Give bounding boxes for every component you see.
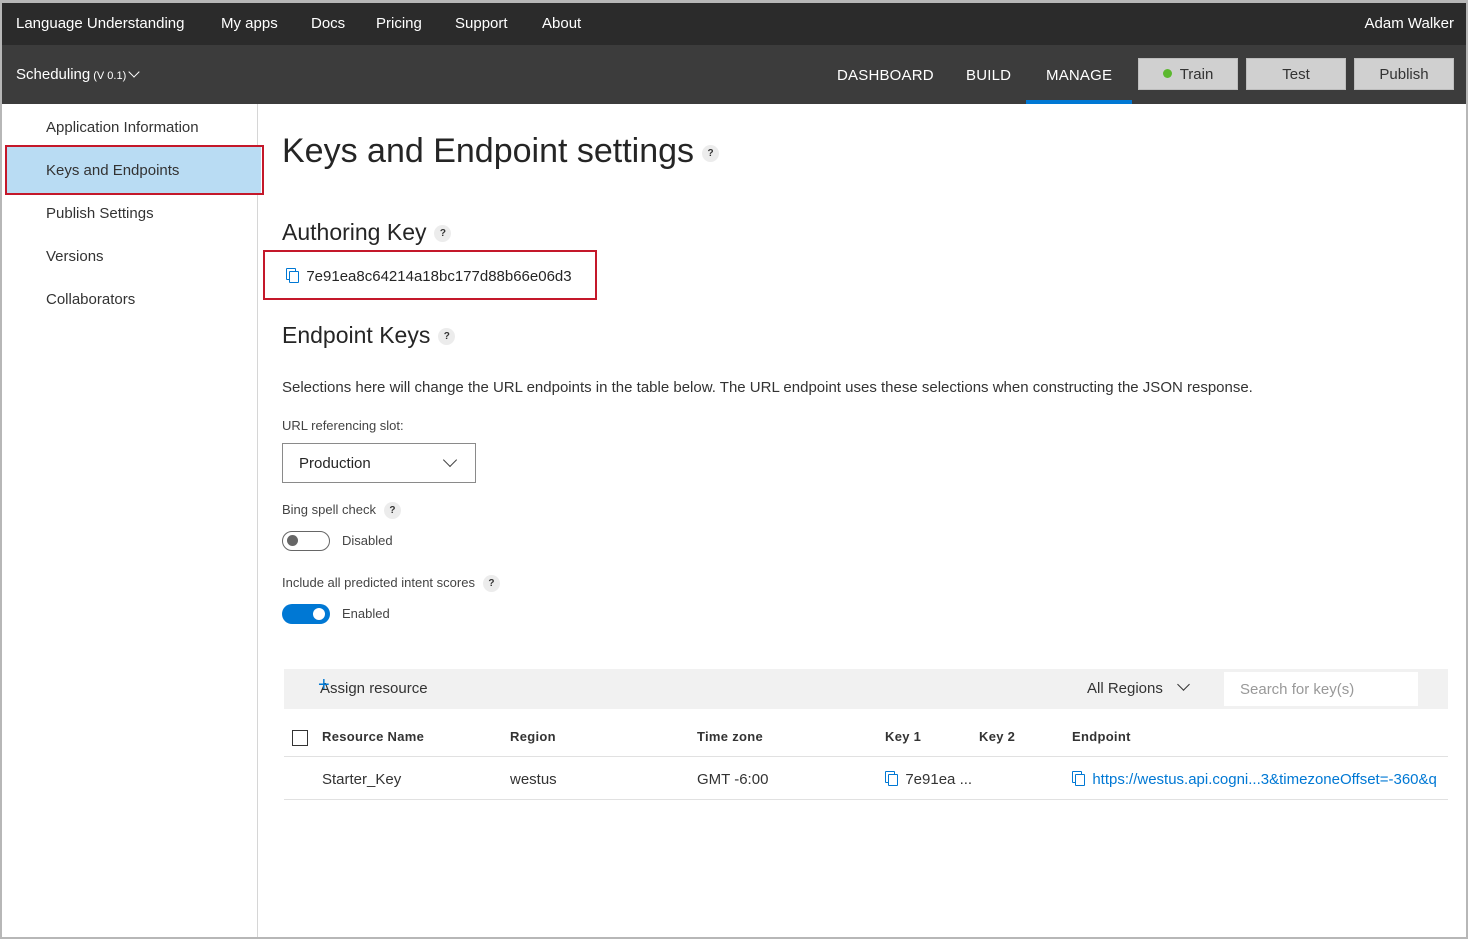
- key-search-input[interactable]: [1224, 672, 1418, 706]
- intent-scores-state: Enabled: [342, 606, 390, 621]
- cell-key1: 7e91ea ...: [885, 771, 972, 788]
- intent-scores-label-text: Include all predicted intent scores: [282, 575, 475, 590]
- nav-about[interactable]: About: [542, 15, 581, 32]
- nav-my-apps[interactable]: My apps: [221, 15, 278, 32]
- plus-icon: +: [318, 674, 330, 696]
- nav-pricing[interactable]: Pricing: [376, 15, 422, 32]
- column-header-key2[interactable]: Key 2: [979, 729, 1015, 744]
- nav-docs[interactable]: Docs: [311, 15, 345, 32]
- page-title-text: Keys and Endpoint settings: [282, 132, 695, 170]
- slot-dropdown[interactable]: Production: [282, 443, 476, 483]
- copy-icon[interactable]: [1072, 771, 1085, 786]
- bing-spell-check-toggle[interactable]: [282, 531, 330, 551]
- tab-manage[interactable]: MANAGE: [1046, 67, 1112, 84]
- sidebar: Application Information Keys and Endpoin…: [2, 104, 261, 937]
- endpoint-link[interactable]: https://westus.api.cogni...3&timezoneOff…: [1092, 771, 1437, 788]
- nav-support[interactable]: Support: [455, 15, 508, 32]
- intent-scores-label: Include all predicted intent scores?: [282, 575, 500, 593]
- publish-button[interactable]: Publish: [1354, 58, 1454, 90]
- highlight-box-keys-and-endpoints: [5, 145, 264, 195]
- train-button-label: Train: [1179, 66, 1214, 83]
- bing-spell-check-label: Bing spell check?: [282, 502, 401, 520]
- user-name[interactable]: Adam Walker: [1365, 15, 1454, 32]
- app-bar: Scheduling (V 0.1) DASHBOARD BUILD MANAGE…: [2, 45, 1466, 104]
- column-header-region[interactable]: Region: [510, 729, 556, 744]
- help-icon[interactable]: ?: [383, 502, 401, 520]
- column-header-key1[interactable]: Key 1: [885, 729, 921, 744]
- assign-resource-button[interactable]: + Assign resource: [318, 674, 428, 697]
- help-icon[interactable]: ?: [702, 144, 720, 162]
- cell-time-zone: GMT -6:00: [697, 771, 769, 788]
- test-button[interactable]: Test: [1246, 58, 1346, 90]
- sidebar-item-collaborators[interactable]: Collaborators: [46, 291, 135, 308]
- status-dot-icon: [1162, 69, 1172, 78]
- select-all-checkbox[interactable]: [292, 730, 308, 746]
- sidebar-item-publish-settings[interactable]: Publish Settings: [46, 205, 154, 222]
- toggle-knob: [287, 535, 298, 546]
- help-icon[interactable]: ?: [438, 328, 456, 346]
- regions-dropdown[interactable]: All Regions: [1087, 678, 1190, 697]
- tab-dashboard[interactable]: DASHBOARD: [837, 67, 934, 84]
- cell-endpoint: https://westus.api.cogni...3&timezoneOff…: [1072, 771, 1448, 788]
- bing-spell-check-label-text: Bing spell check: [282, 502, 376, 517]
- chevron-down-icon: [442, 452, 458, 468]
- main-content: Keys and Endpoint settings? Authoring Ke…: [282, 104, 1462, 937]
- authoring-key-heading-text: Authoring Key: [282, 219, 427, 245]
- highlight-box-authoring-key: [263, 250, 597, 300]
- page-title: Keys and Endpoint settings?: [282, 132, 720, 171]
- assign-resource-label: Assign resource: [320, 680, 428, 697]
- cell-region: westus: [510, 771, 557, 788]
- train-button[interactable]: Train: [1138, 58, 1238, 90]
- column-header-time-zone[interactable]: Time zone: [697, 729, 763, 744]
- help-icon[interactable]: ?: [482, 575, 500, 593]
- resource-toolbar: + Assign resource All Regions: [284, 669, 1448, 709]
- chevron-down-icon: [1177, 678, 1190, 691]
- endpoint-keys-heading-text: Endpoint Keys: [282, 322, 431, 348]
- cell-resource-name: Starter_Key: [322, 771, 402, 788]
- table-header: Resource Name Region Time zone Key 1 Key…: [284, 719, 1448, 757]
- authoring-key-heading: Authoring Key?: [282, 219, 452, 246]
- endpoint-keys-heading: Endpoint Keys?: [282, 322, 456, 349]
- app-window: Language Understanding My apps Docs Pric…: [0, 0, 1468, 939]
- chevron-down-icon: [128, 66, 140, 78]
- help-icon[interactable]: ?: [434, 225, 452, 243]
- top-nav: Language Understanding My apps Docs Pric…: [2, 3, 1466, 45]
- regions-dropdown-label: All Regions: [1087, 680, 1163, 697]
- app-version: (V 0.1): [93, 70, 127, 82]
- tab-build[interactable]: BUILD: [966, 67, 1011, 84]
- cell-key1-text: 7e91ea ...: [905, 771, 973, 788]
- table-row[interactable]: Starter_Key westus GMT -6:00 7e91ea ... …: [284, 757, 1448, 800]
- slot-dropdown-value: Production: [299, 455, 371, 472]
- sidebar-item-versions[interactable]: Versions: [46, 248, 104, 265]
- slot-label: URL referencing slot:: [282, 418, 404, 433]
- endpoint-description: Selections here will change the URL endp…: [282, 379, 1253, 396]
- toggle-knob: [313, 608, 325, 620]
- app-selector[interactable]: Scheduling (V 0.1): [16, 66, 140, 83]
- column-header-resource-name[interactable]: Resource Name: [322, 729, 424, 744]
- intent-scores-toggle[interactable]: [282, 604, 330, 624]
- brand-link[interactable]: Language Understanding: [16, 15, 184, 32]
- sidebar-item-application-information[interactable]: Application Information: [46, 119, 199, 136]
- bing-spell-check-state: Disabled: [342, 533, 393, 548]
- column-header-endpoint[interactable]: Endpoint: [1072, 729, 1131, 744]
- app-name: Scheduling: [16, 66, 91, 83]
- copy-icon[interactable]: [885, 771, 898, 786]
